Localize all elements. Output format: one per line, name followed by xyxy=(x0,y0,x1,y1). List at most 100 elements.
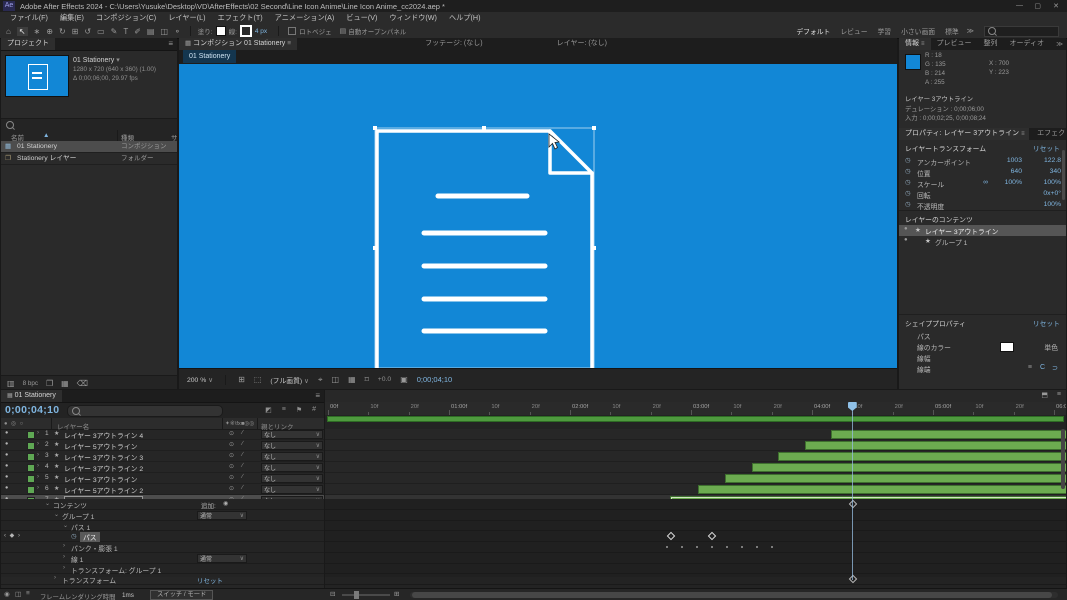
menu-item[interactable]: ファイル(F) xyxy=(4,13,54,23)
brush-tool-icon[interactable]: ✐ xyxy=(134,27,141,36)
timeline-zoom-out-icon[interactable]: ⊟ xyxy=(330,590,335,598)
rasterize-switch-icon[interactable]: ∕ xyxy=(242,474,243,480)
zoom-select[interactable]: 200 % ∨ xyxy=(187,376,213,384)
timeline-property-row[interactable]: ‹ ◆ › ◷パス xyxy=(1,531,324,542)
grid-options-icon[interactable]: ⊞ xyxy=(238,375,245,384)
add-button-icon[interactable]: ◉ xyxy=(223,500,228,507)
shape-property-row[interactable]: 線のカラー単色 xyxy=(899,341,1066,352)
stopwatch-icon[interactable]: ◷ xyxy=(905,189,911,197)
property-row-回転[interactable]: ◷回転0x+0° xyxy=(899,189,1066,200)
parent-link-dropdown[interactable]: なし∨ xyxy=(261,474,323,483)
layer-twirl-icon[interactable]: › xyxy=(37,474,39,480)
tab-layer-viewer[interactable]: レイヤー: (なし) xyxy=(551,38,613,50)
timeline-mini-icon-2[interactable]: ⚑ xyxy=(296,406,302,414)
stroke-swatch[interactable] xyxy=(240,25,252,37)
comp-canvas[interactable] xyxy=(179,64,897,368)
timeline-layer-row[interactable]: ●›2★レイヤー 5アウトライン⊙∕なし∨ xyxy=(1,440,324,451)
rotation-tool-icon[interactable]: ↺ xyxy=(84,27,91,36)
keyframe-dot-icon[interactable] xyxy=(741,546,743,548)
tab-align[interactable]: 整列 xyxy=(978,38,1004,50)
panel-menu-icon[interactable]: ≡ xyxy=(168,39,173,48)
timeline-property-row[interactable]: ›トランスフォーム: グループ 1 xyxy=(1,564,324,575)
interpret-footage-icon[interactable]: ▥ xyxy=(7,379,15,388)
layer-label-chip[interactable] xyxy=(27,442,35,450)
tab-properties[interactable]: プロパティ: レイヤー 3アウトライン ≡ xyxy=(899,128,1029,140)
twirl-icon[interactable]: ⌄ xyxy=(54,511,59,518)
workspace-overflow[interactable]: ≫ xyxy=(967,27,974,35)
home-icon[interactable]: ⌂ xyxy=(6,27,11,36)
quality-switch-icon[interactable]: ⊙ xyxy=(229,463,234,470)
keyframe-navigator[interactable]: ‹ ◆ › xyxy=(4,532,21,539)
parent-link-dropdown[interactable]: なし∨ xyxy=(261,452,323,461)
timeline-horizontal-scrollbar[interactable] xyxy=(410,592,1058,598)
property-value[interactable]: 340 xyxy=(1027,168,1061,175)
rasterize-switch-icon[interactable]: ∕ xyxy=(242,463,243,469)
comp-subtab[interactable]: 01 Stationery xyxy=(183,50,236,63)
timeline-property-row[interactable]: ⌄グループ 1通常∨ xyxy=(1,510,324,521)
layer-name[interactable]: レイヤー 3アウトライン xyxy=(64,474,137,484)
property-value[interactable]: 100% xyxy=(1001,201,1061,208)
info-tabs-overflow[interactable]: ≫ xyxy=(1056,40,1063,48)
layer-duration-bar[interactable] xyxy=(831,430,1066,439)
layer-visibility-icon[interactable]: ● xyxy=(5,463,8,469)
pixel-aspect-icon[interactable]: ▦ xyxy=(348,375,356,384)
keyframe-diamond-icon[interactable] xyxy=(708,532,716,540)
panel-menu-icon[interactable]: ≡ xyxy=(921,41,925,47)
snapshot-icon[interactable]: ▣ xyxy=(400,375,408,384)
twirl-icon[interactable]: › xyxy=(63,565,65,571)
property-row-位置[interactable]: ◷位置640340 xyxy=(899,167,1066,178)
property-row-スケール[interactable]: ◷スケール∞100%100% xyxy=(899,178,1066,189)
keyframe-dot-icon[interactable] xyxy=(756,546,758,548)
timeline-layer-row[interactable]: ●›5★レイヤー 3アウトライン⊙∕なし∨ xyxy=(1,473,324,484)
timeline-search-field[interactable] xyxy=(67,405,223,417)
layer-content-row[interactable]: ●★グループ 1 xyxy=(899,236,1066,247)
timeline-property-label[interactable]: コンテンツ xyxy=(53,500,87,510)
stroke-color-type[interactable]: 単色 xyxy=(1044,342,1058,352)
puppet-pin-tool-icon[interactable]: ⚬ xyxy=(174,27,181,36)
blend-mode-dropdown[interactable]: 通常∨ xyxy=(197,511,247,520)
visibility-icon[interactable]: ● xyxy=(904,237,908,243)
workspace-tab-1[interactable]: レビュー xyxy=(840,26,867,36)
layer-name[interactable]: レイヤー 5アウトライン xyxy=(64,441,137,451)
workspace-search-box[interactable] xyxy=(984,26,1059,37)
timeline-panel-menu-icon[interactable]: ≡ xyxy=(315,391,320,400)
transform-reset-button[interactable]: リセット xyxy=(1033,143,1060,153)
layer-visibility-icon[interactable]: ● xyxy=(5,441,8,447)
workspace-tab-3[interactable]: 小さい画面 xyxy=(901,26,935,36)
timeline-mini-icon-1[interactable]: ≡ xyxy=(282,406,286,414)
timeline-vertical-scrollbar[interactable] xyxy=(1061,429,1065,489)
timeline-property-row[interactable]: ›パンク・膨張 1 xyxy=(1,542,324,553)
layer-duration-bar[interactable] xyxy=(725,474,1066,483)
layer-visibility-icon[interactable]: ● xyxy=(5,452,8,458)
layer-visibility-icon[interactable]: ● xyxy=(5,485,8,491)
region-of-interest-icon[interactable]: ⌖ xyxy=(318,375,323,385)
keyframe-dot-icon[interactable] xyxy=(726,546,728,548)
workspace-tab-4[interactable]: 標準 xyxy=(945,26,959,36)
stopwatch-icon[interactable]: ◷ xyxy=(905,167,911,175)
quality-switch-icon[interactable]: ⊙ xyxy=(229,452,234,459)
stopwatch-icon[interactable]: ◷ xyxy=(71,532,77,540)
work-area-bar[interactable] xyxy=(325,415,1066,421)
menu-item[interactable]: ヘルプ(H) xyxy=(443,13,487,23)
clone-stamp-tool-icon[interactable]: ▤ xyxy=(147,27,155,36)
tab-info[interactable]: 情報≡ xyxy=(899,38,931,50)
time-ruler[interactable]: 00f10f20f01:00f10f20f02:00f10f20f03:00f1… xyxy=(325,402,1066,416)
hand-tool-icon[interactable]: ∗ xyxy=(34,27,41,36)
keyframe-diamond-icon[interactable] xyxy=(667,532,675,540)
quality-switch-icon[interactable]: ⊙ xyxy=(229,430,234,437)
layer-twirl-icon[interactable]: › xyxy=(37,430,39,436)
playhead[interactable] xyxy=(852,402,853,580)
layer-twirl-icon[interactable]: › xyxy=(37,441,39,447)
live-update-icon[interactable]: ◉ xyxy=(4,590,10,598)
layer-twirl-icon[interactable]: › xyxy=(37,463,39,469)
workspace-tab-2[interactable]: 学習 xyxy=(878,26,892,36)
zoom-tool-icon[interactable]: ⊕ xyxy=(46,27,53,36)
fill-swatch[interactable] xyxy=(216,26,226,36)
layer-content-row[interactable]: ●★レイヤー 3アウトライン xyxy=(899,225,1066,236)
comp-marker-bin-icon[interactable]: ⬒ xyxy=(1041,391,1048,399)
timeline-property-label[interactable]: パス xyxy=(80,532,100,542)
timeline-zoom-in-icon[interactable]: ⊞ xyxy=(394,590,399,598)
timeline-property-row[interactable]: ›トランスフォームリセット xyxy=(1,574,324,585)
property-value[interactable]: 640 xyxy=(988,168,1022,175)
layer-duration-bar[interactable] xyxy=(778,452,1066,461)
